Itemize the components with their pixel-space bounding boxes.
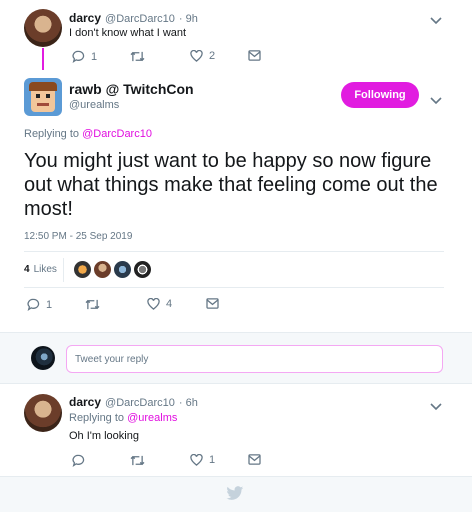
main-handle[interactable]: @urealms <box>69 99 119 111</box>
parent-like-count: 2 <box>209 50 216 62</box>
chevron-down-icon[interactable] <box>430 398 442 416</box>
parent-header: darcy @DarcDarc10 · 9h <box>69 11 198 25</box>
retweet-icon <box>85 299 100 310</box>
reply-icon <box>72 454 85 467</box>
reply-input[interactable]: Tweet your reply <box>66 345 443 373</box>
following-button[interactable]: Following <box>341 82 419 108</box>
main-actions: 1 4 <box>27 298 227 312</box>
reply-reply-button[interactable] <box>72 454 85 467</box>
parent-like-button[interactable]: 2 <box>190 50 215 62</box>
reply-time[interactable]: · 6h <box>179 397 198 409</box>
heart-icon <box>190 50 203 62</box>
main-retweet-button[interactable] <box>85 298 100 311</box>
likes-label: Likes <box>33 264 57 275</box>
main-replying-label: Replying to <box>24 128 80 140</box>
parent-avatar[interactable] <box>24 9 62 47</box>
likes-count: 4 <box>24 264 30 275</box>
likes-divider <box>63 258 64 282</box>
reply-name[interactable]: darcy <box>69 395 101 409</box>
twitter-bird-icon <box>226 486 244 506</box>
heart-icon <box>190 454 203 466</box>
parent-retweet-button[interactable] <box>130 50 145 63</box>
main-reply-count: 1 <box>46 298 53 311</box>
liker-avatar[interactable] <box>134 261 151 278</box>
reply-like-count: 1 <box>209 454 216 466</box>
following-button-label: Following <box>354 89 406 101</box>
thread-line <box>42 48 44 70</box>
reply-dm-button[interactable] <box>248 454 261 465</box>
divider <box>24 287 444 288</box>
main-avatar[interactable] <box>24 78 62 116</box>
reply-like-button[interactable]: 1 <box>190 454 215 466</box>
likers-avatars <box>74 261 151 278</box>
main-replying-to-link[interactable]: @DarcDarc10 <box>82 128 152 140</box>
likes-summary[interactable]: 4 Likes <box>24 264 57 275</box>
parent-dm-button[interactable] <box>248 50 261 61</box>
main-dm-button[interactable] <box>206 298 219 309</box>
reply-replying-label: Replying to <box>69 412 125 424</box>
composer-avatar[interactable] <box>31 346 55 370</box>
reply-replying-to-link[interactable]: @urealms <box>127 412 177 424</box>
main-name[interactable]: rawb @ TwitchCon <box>69 81 194 97</box>
retweet-icon <box>130 455 145 466</box>
reply-replying-line: Replying to @urealms <box>69 412 177 424</box>
parent-time[interactable]: · 9h <box>179 13 198 25</box>
main-like-button[interactable]: 4 <box>147 298 172 310</box>
parent-name[interactable]: darcy <box>69 11 101 25</box>
parent-reply-button[interactable]: 1 <box>72 50 97 63</box>
main-timestamp[interactable]: 12:50 PM - 25 Sep 2019 <box>24 231 132 242</box>
reply-header: darcy @DarcDarc10 · 6h <box>69 395 198 409</box>
message-icon <box>248 454 261 465</box>
reply-avatar[interactable] <box>24 394 62 432</box>
parent-handle[interactable]: @DarcDarc10 <box>105 13 175 25</box>
retweet-icon <box>130 51 145 62</box>
parent-reply-count: 1 <box>91 50 98 63</box>
heart-icon <box>147 298 160 310</box>
reply-retweet-button[interactable] <box>130 454 145 467</box>
main-like-count: 4 <box>166 298 173 310</box>
main-reply-button[interactable]: 1 <box>27 298 52 311</box>
reply-input-placeholder: Tweet your reply <box>75 353 149 365</box>
main-tweet-text: You might just want to be happy so now f… <box>24 150 438 220</box>
divider <box>24 251 444 252</box>
parent-actions: 1 2 <box>72 50 272 64</box>
reply-actions: 1 <box>72 454 272 468</box>
chevron-down-icon[interactable] <box>430 12 442 30</box>
liker-avatar[interactable] <box>94 261 111 278</box>
reply-icon <box>27 298 40 311</box>
reply-text: Oh I'm looking <box>69 430 139 442</box>
parent-text: I don't know what I want <box>69 27 187 39</box>
reply-icon <box>72 50 85 63</box>
main-replying-line: Replying to @DarcDarc10 <box>24 128 152 140</box>
message-icon <box>248 50 261 61</box>
liker-avatar[interactable] <box>114 261 131 278</box>
liker-avatar[interactable] <box>74 261 91 278</box>
message-icon <box>206 298 219 309</box>
chevron-down-icon[interactable] <box>430 92 442 110</box>
reply-handle[interactable]: @DarcDarc10 <box>105 397 175 409</box>
